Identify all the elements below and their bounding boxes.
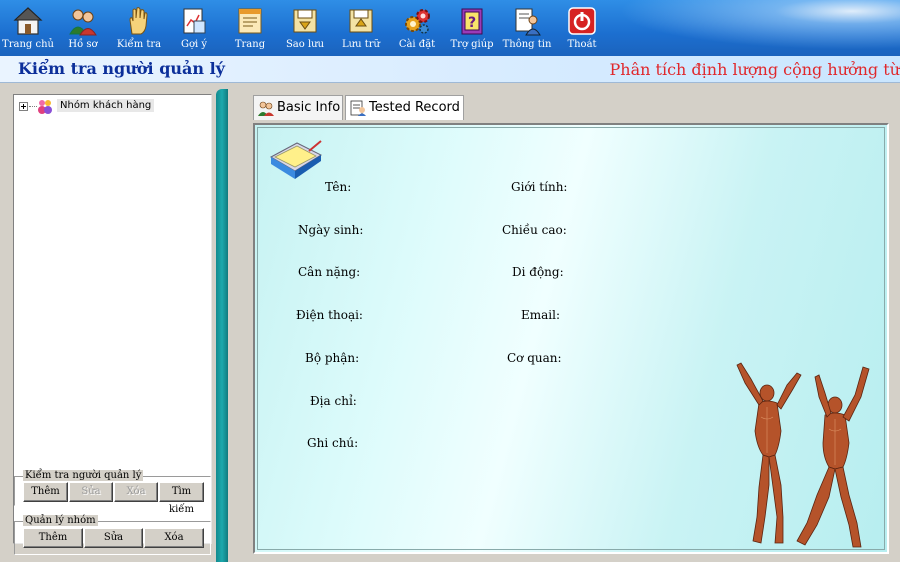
group-edit-button[interactable]: Sửa <box>84 528 143 548</box>
group-delete-button[interactable]: Xóa <box>144 528 204 548</box>
admin-edit-button[interactable]: Sửa <box>69 482 113 502</box>
group-management-legend: Quản lý nhóm <box>23 515 98 526</box>
gears-icon <box>405 9 430 34</box>
tab-basic-info-label: Basic Info <box>277 100 341 115</box>
tab-tested-record-label: Tested Record <box>369 100 460 115</box>
toolbar-check-label: Kiểm tra <box>116 39 162 50</box>
name-label: Tên: <box>325 180 352 194</box>
phone-label: Điện thoại: <box>296 308 363 322</box>
organization-label: Cơ quan: <box>507 351 562 365</box>
toolbar-help-label: Trợ giúp <box>450 39 494 50</box>
toolbar-info-label: Thông tin <box>502 39 552 50</box>
main-toolbar: Trang chủ Hồ sơ Kiểm tra Gợi ý Trang Sao… <box>0 0 900 56</box>
toolbar-settings-label: Cài đặt <box>398 39 436 50</box>
dob-label: Ngày sinh: <box>298 223 364 237</box>
record-icon <box>350 100 366 116</box>
toolbar-settings-button[interactable]: Cài đặt <box>387 4 447 54</box>
mobile-label: Di động: <box>512 265 564 279</box>
toolbar-suggest-button[interactable]: Gợi ý <box>164 4 224 54</box>
anatomy-figures-image <box>736 362 870 548</box>
panel-splitter[interactable] <box>216 89 228 562</box>
notes-label: Ghi chú: <box>307 436 359 450</box>
power-icon <box>568 7 596 35</box>
title-bar: Kiểm tra người quản lý Phân tích định lư… <box>0 56 900 83</box>
toolbar-exit-button[interactable]: Thoát <box>552 4 612 54</box>
tab-tested-record[interactable]: Tested Record <box>345 95 464 120</box>
backup-icon <box>293 9 317 33</box>
toolbar-archive-button[interactable]: Lưu trữ <box>331 4 391 54</box>
hand-icon <box>129 7 148 35</box>
toolbar-backup-button[interactable]: Sao lưu <box>275 4 335 54</box>
users-icon <box>258 101 274 116</box>
page-icon <box>238 8 262 34</box>
toolbar-help-button[interactable]: ? Trợ giúp <box>442 4 502 54</box>
home-icon <box>13 7 43 35</box>
detail-area: Basic Info Tested Record Tên: Giới tính:… <box>229 84 900 562</box>
laptop-icon <box>269 140 323 179</box>
basic-info-panel: Tên: Giới tính: Ngày sinh: Chiều cao: Câ… <box>253 123 889 554</box>
toolbar-suggest-label: Gợi ý <box>180 39 208 50</box>
toolbar-info-button[interactable]: Thông tin <box>497 4 557 54</box>
gender-label: Giới tính: <box>511 180 568 194</box>
email-label: Email: <box>521 308 561 322</box>
toolbar-archive-label: Lưu trữ <box>342 39 380 50</box>
toolbar-home-button[interactable]: Trang chủ <box>0 4 58 54</box>
toolbar-glow <box>580 0 900 56</box>
toolbar-exit-label: Thoát <box>567 39 597 50</box>
toolbar-home-label: Trang chủ <box>2 39 54 50</box>
toolbar-profile-button[interactable]: Hồ sơ <box>53 4 113 54</box>
archive-icon <box>349 9 373 33</box>
group-add-button[interactable]: Thêm <box>23 528 83 548</box>
toolbar-backup-label: Sao lưu <box>285 39 325 50</box>
group-icon <box>38 100 52 114</box>
admin-delete-button[interactable]: Xóa <box>114 482 158 502</box>
info-person-icon <box>515 8 541 36</box>
expand-icon[interactable] <box>19 102 28 111</box>
left-panel: Nhóm khách hàng Kiểm tra người quản lý T… <box>0 84 229 562</box>
svg-text:?: ? <box>468 15 476 31</box>
toolbar-profile-label: Hồ sơ <box>68 39 98 50</box>
admin-check-legend: Kiểm tra người quản lý <box>23 470 144 481</box>
help-book-icon: ? <box>461 8 483 35</box>
toolbar-page-button[interactable]: Trang <box>220 4 280 54</box>
app-subtitle: Phân tích định lượng cộng hưởng từ <box>609 60 900 79</box>
users-icon <box>69 9 97 36</box>
toolbar-check-button[interactable]: Kiểm tra <box>109 4 169 54</box>
admin-add-button[interactable]: Thêm <box>23 482 68 502</box>
address-label: Địa chỉ: <box>310 394 357 408</box>
page-title: Kiểm tra người quản lý <box>18 59 225 78</box>
weight-label: Cân nặng: <box>298 265 361 279</box>
tree-item-label: Nhóm khách hàng <box>57 99 155 112</box>
department-label: Bộ phận: <box>305 351 360 365</box>
tab-basic-info[interactable]: Basic Info <box>253 95 343 120</box>
tree-connector <box>29 106 37 107</box>
height-label: Chiều cao: <box>502 223 567 237</box>
admin-search-button[interactable]: Tìm kiếm <box>159 482 204 515</box>
toolbar-page-label: Trang <box>234 39 266 50</box>
document-chart-icon <box>183 8 206 34</box>
